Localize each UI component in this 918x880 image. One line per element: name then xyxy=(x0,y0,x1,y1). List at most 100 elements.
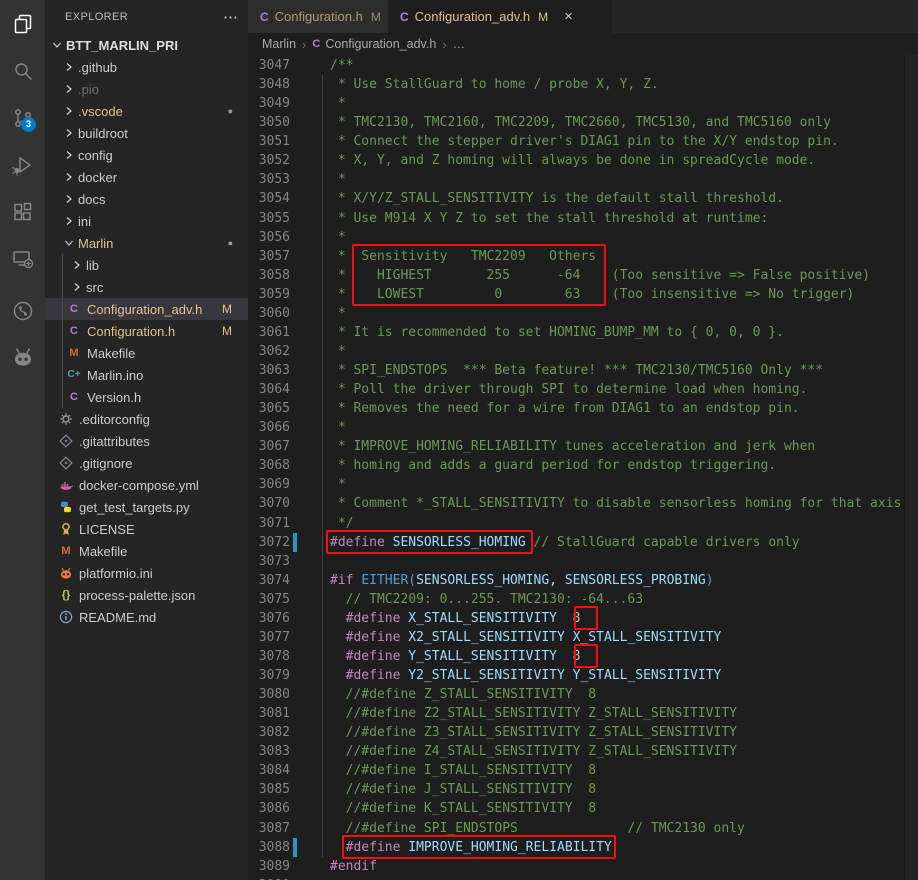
tree-file-license[interactable]: LICENSE xyxy=(45,518,248,540)
tree-file--editorconfig[interactable]: .editorconfig xyxy=(45,408,248,430)
tree-file--gitignore[interactable]: .gitignore xyxy=(45,452,248,474)
tree-file--gitattributes[interactable]: .gitattributes xyxy=(45,430,248,452)
tree-item-label: .gitattributes xyxy=(79,434,248,449)
tree-file-makefile[interactable]: MMakefile xyxy=(45,342,248,364)
git-file-icon xyxy=(58,434,74,449)
tree-item-label: README.md xyxy=(79,610,248,625)
c-file-icon: C xyxy=(66,390,82,405)
docker-file-icon xyxy=(58,478,74,493)
tree-item-label: Marlin.ino xyxy=(87,368,248,383)
tree-folder-ini[interactable]: ini xyxy=(45,210,248,232)
tree-item-label: process-palette.json xyxy=(79,588,248,603)
tree-item-label: .gitignore xyxy=(79,456,248,471)
tree-file-makefile[interactable]: MMakefile xyxy=(45,540,248,562)
extensions-button[interactable] xyxy=(0,188,45,235)
tree-folder--vscode[interactable]: .vscode● xyxy=(45,100,248,122)
explorer-sidebar: EXPLORER ⋯ BTT_MARLIN_PRI.github.pio.vsc… xyxy=(45,0,248,880)
tree-folder--github[interactable]: .github xyxy=(45,56,248,78)
c-file-icon: C xyxy=(66,324,82,339)
braces-file-icon: {} xyxy=(58,588,74,603)
indent-guide xyxy=(322,75,323,857)
tab-label: Configuration_adv.h xyxy=(415,9,530,24)
tree-folder-buildroot[interactable]: buildroot xyxy=(45,122,248,144)
tree-item-label: docker-compose.yml xyxy=(79,478,248,493)
file-tree: BTT_MARLIN_PRI.github.pio.vscode●buildro… xyxy=(45,34,248,628)
c-file-icon: C xyxy=(260,10,269,24)
chevron-right-icon xyxy=(62,214,76,228)
tree-folder-config[interactable]: config xyxy=(45,144,248,166)
git-modified-badge: M xyxy=(538,10,548,24)
git-graph-button[interactable] xyxy=(0,287,45,334)
search-button[interactable] xyxy=(0,47,45,94)
chevron-down-icon xyxy=(50,38,64,52)
source-control-button[interactable]: 3 xyxy=(0,94,45,141)
tree-folder-lib[interactable]: lib xyxy=(45,254,248,276)
tree-folder-docker[interactable]: docker xyxy=(45,166,248,188)
code-editor[interactable]: 3047 3048 3049 3050 3051 3052 3053 3054 … xyxy=(248,55,918,880)
breadcrumb-item[interactable]: Marlin xyxy=(262,37,296,51)
tree-item-label: docs xyxy=(78,192,248,207)
close-icon[interactable]: × xyxy=(564,8,573,25)
run-debug-button[interactable] xyxy=(0,141,45,188)
activity-bar: 3 xyxy=(0,0,45,880)
explorer-title: EXPLORER xyxy=(65,11,223,23)
tree-item-label: LICENSE xyxy=(79,522,248,537)
tree-file-version-h[interactable]: C Version.h xyxy=(45,386,248,408)
tree-item-label: Marlin xyxy=(78,236,228,251)
tree-indent-guide xyxy=(62,254,63,408)
tree-item-label: .editorconfig xyxy=(79,412,248,427)
tree-folder--pio[interactable]: .pio xyxy=(45,78,248,100)
tree-item-label: Configuration.h xyxy=(87,324,222,339)
tree-item-label: Makefile xyxy=(87,346,248,361)
tab-configuration-adv-h[interactable]: CConfiguration_adv.hM× xyxy=(388,0,612,33)
tree-folder-marlin[interactable]: Marlin● xyxy=(45,232,248,254)
line-numbers[interactable]: 3047 3048 3049 3050 3051 3052 3053 3054 … xyxy=(248,56,290,880)
tree-item-label: .vscode xyxy=(78,104,228,119)
tree-file-configuration-h[interactable]: C Configuration.hM xyxy=(45,320,248,342)
tree-file-process-palette-json[interactable]: {} process-palette.json xyxy=(45,584,248,606)
git-modified-badge: M xyxy=(371,10,381,24)
modified-line-gutter-marker xyxy=(293,533,297,552)
tree-file-docker-compose-yml[interactable]: docker-compose.yml xyxy=(45,474,248,496)
chevron-right-icon xyxy=(62,104,76,118)
vertical-scrollbar[interactable] xyxy=(904,55,918,880)
tree-file-readme-md[interactable]: README.md xyxy=(45,606,248,628)
platformio-button[interactable] xyxy=(0,334,45,381)
remote-explorer-icon xyxy=(11,247,35,271)
explorer-button[interactable] xyxy=(0,0,45,47)
breadcrumb-item[interactable]: CConfiguration_adv.h xyxy=(312,37,436,51)
tree-item-label: ini xyxy=(78,214,248,229)
chevron-right-icon xyxy=(70,258,84,272)
breadcrumb-separator-icon: › xyxy=(302,37,306,52)
tree-file-get-test-targets-py[interactable]: get_test_targets.py xyxy=(45,496,248,518)
tree-file-marlin-ino[interactable]: C+ Marlin.ino xyxy=(45,364,248,386)
tree-item-label: docker xyxy=(78,170,248,185)
tree-item-label: .github xyxy=(78,60,248,75)
extensions-icon xyxy=(11,200,35,224)
tree-item-label: lib xyxy=(86,258,248,273)
chevron-right-icon xyxy=(62,126,76,140)
py-file-icon xyxy=(58,500,74,515)
tree-item-label: Version.h xyxy=(87,390,248,405)
tree-folder-btt-marlin-pri[interactable]: BTT_MARLIN_PRI xyxy=(45,34,248,56)
tree-folder-src[interactable]: src xyxy=(45,276,248,298)
more-actions-icon[interactable]: ⋯ xyxy=(223,10,238,25)
source-control-badge: 3 xyxy=(21,117,36,132)
breadcrumb-label: … xyxy=(453,37,466,51)
breadcrumb-label: Marlin xyxy=(262,37,296,51)
breadcrumb-item[interactable]: … xyxy=(453,37,466,51)
tree-folder-docs[interactable]: docs xyxy=(45,188,248,210)
remote-explorer-button[interactable] xyxy=(0,235,45,282)
gear-file-icon xyxy=(58,412,74,427)
git-modified-badge: M xyxy=(222,324,248,338)
code-content[interactable]: /** * Use StallGuard to home / probe X, … xyxy=(330,56,909,876)
chevron-right-icon xyxy=(62,82,76,96)
tab-configuration-h[interactable]: CConfiguration.hM xyxy=(248,0,388,33)
tree-file-configuration-adv-h[interactable]: CConfiguration_adv.hM xyxy=(45,298,248,320)
ino-file-icon: C+ xyxy=(66,368,82,383)
git-file-icon xyxy=(58,456,74,471)
git-modified-dot-icon: ● xyxy=(228,238,248,248)
explorer-icon xyxy=(11,12,35,36)
tree-file-platformio-ini[interactable]: platformio.ini xyxy=(45,562,248,584)
breadcrumb-label: Configuration_adv.h xyxy=(325,37,436,51)
